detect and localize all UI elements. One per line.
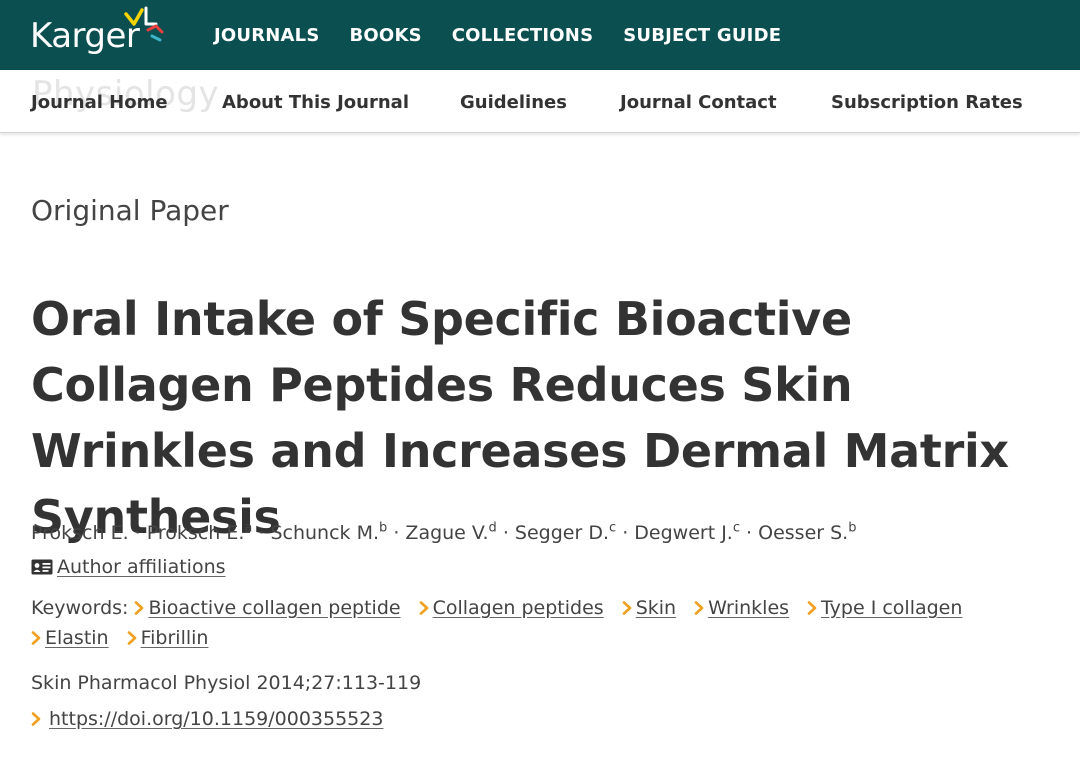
author-sep: · (496, 522, 515, 544)
chevron-right-icon (31, 712, 41, 726)
chevron-right-icon (127, 631, 136, 645)
author[interactable]: Segger D. (515, 522, 609, 544)
affiliation-marker: c (732, 520, 740, 536)
author[interactable]: Proksch E. (31, 522, 129, 544)
keyword-link[interactable]: Wrinkles (708, 597, 789, 619)
subnav-about-this-journal[interactable]: About This Journal (222, 92, 409, 113)
keywords-row-2: Elastin Fibrillin (31, 627, 226, 649)
author[interactable]: Degwert J. (634, 522, 733, 544)
journal-citation: Skin Pharmacol Physiol 2014;27:113-119 (31, 672, 422, 694)
keyword-item: Collagen peptides (419, 597, 604, 619)
journal-menu: Journal Home About This Journal Guidelin… (0, 70, 1080, 133)
article-title: Oral Intake of Specific Bioactive Collag… (31, 292, 1009, 544)
top-nav: JOURNALS BOOKS COLLECTIONS SUBJECT GUIDE (214, 0, 811, 70)
subnav-journal-home[interactable]: Journal Home (31, 92, 168, 113)
chevron-right-icon (135, 601, 144, 615)
keyword-link[interactable]: Elastin (45, 627, 109, 649)
chevron-right-icon (694, 601, 704, 615)
author-list: Proksch E. · Proksch E.a · Schunck M.b ·… (31, 522, 856, 544)
author[interactable]: Oesser S. (758, 522, 848, 544)
doi-row: https://doi.org/10.1159/000355523 (31, 708, 383, 730)
author[interactable]: Zague V. (405, 522, 488, 544)
keywords-label: Keywords: (31, 597, 129, 619)
keyword-item: Wrinkles (694, 597, 789, 619)
author-affiliations-toggle[interactable]: Author affiliations (31, 556, 226, 578)
keyword-item: Skin (622, 597, 676, 619)
keyword-link[interactable]: Skin (636, 597, 676, 619)
karger-logo-mark-icon (124, 6, 164, 42)
keyword-item: Fibrillin (127, 627, 209, 649)
chevron-right-icon (807, 601, 817, 615)
keyword-item: Type I collagen (807, 597, 962, 619)
author-sep: · (740, 522, 759, 544)
subnav-journal-contact[interactable]: Journal Contact (620, 92, 777, 113)
top-nav-books[interactable]: BOOKS (350, 25, 422, 46)
affiliation-marker: d (488, 520, 497, 536)
keyword-link[interactable]: Fibrillin (141, 627, 209, 649)
chevron-right-icon (31, 631, 41, 645)
keyword-link[interactable]: Bioactive collagen peptide (148, 597, 400, 619)
author-sep: · (616, 522, 635, 544)
keyword-item: Bioactive collagen peptide (134, 597, 401, 619)
article-type: Original Paper (31, 194, 229, 227)
keyword-link[interactable]: Collagen peptides (433, 597, 604, 619)
keywords-row-1: Keywords: Bioactive collagen peptide Col… (31, 597, 980, 619)
author[interactable]: Schunck M. (270, 522, 379, 544)
journal-subnav: Physiology Journal Home About This Journ… (0, 70, 1080, 133)
doi-link[interactable]: https://doi.org/10.1159/000355523 (49, 708, 383, 730)
top-bar: Karger JOURNALS BOOKS COLLECTIONS SUBJEC… (0, 0, 1080, 70)
author[interactable]: Proksch E. (147, 522, 245, 544)
top-nav-subject-guide[interactable]: SUBJECT GUIDE (623, 25, 781, 46)
author-sep: · (387, 522, 406, 544)
subnav-subscription-rates[interactable]: Subscription Rates (831, 92, 1023, 113)
top-nav-collections[interactable]: COLLECTIONS (452, 25, 593, 46)
keyword-link[interactable]: Type I collagen (821, 597, 962, 619)
subnav-guidelines[interactable]: Guidelines (460, 92, 567, 113)
brand-name: Karger (30, 16, 140, 56)
affiliation-marker: b (848, 520, 857, 536)
id-card-icon (31, 559, 53, 575)
keyword-item: Elastin (31, 627, 109, 649)
top-nav-journals[interactable]: JOURNALS (214, 25, 320, 46)
author-sep: · (252, 522, 271, 544)
author-affiliations-link[interactable]: Author affiliations (57, 556, 226, 578)
chevron-right-icon (622, 601, 632, 615)
chevron-right-icon (419, 601, 428, 615)
author-sep: · (128, 522, 147, 544)
